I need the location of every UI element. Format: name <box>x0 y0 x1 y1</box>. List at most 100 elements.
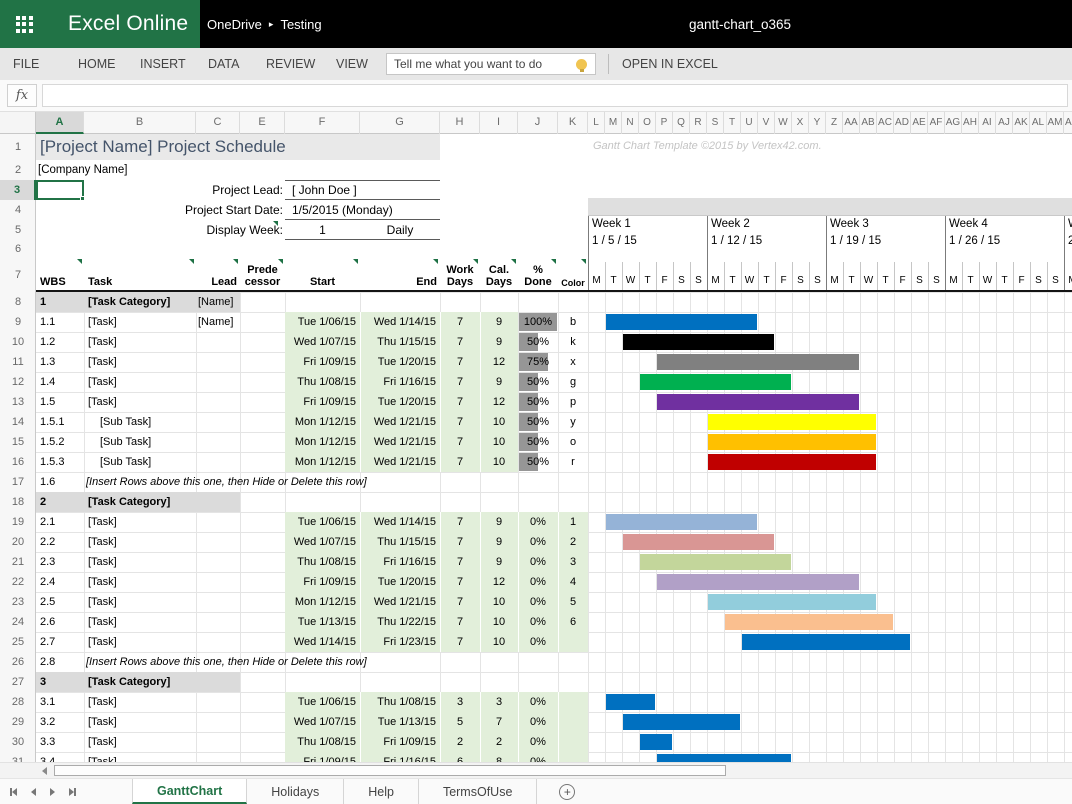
row-header-30[interactable]: 30 <box>0 732 36 752</box>
row-header-27[interactable]: 27 <box>0 672 36 692</box>
row-header-5[interactable]: 5 <box>0 220 36 240</box>
cell-done-9[interactable]: 100% <box>518 312 558 332</box>
cell-caldays-9[interactable]: 9 <box>480 312 518 332</box>
cell-end-20[interactable]: Thu 1/15/15 <box>360 532 436 552</box>
row-header-13[interactable]: 13 <box>0 392 36 412</box>
cell-end-9[interactable]: Wed 1/14/15 <box>360 312 436 332</box>
row-header-3[interactable]: 3 <box>0 180 36 200</box>
cell-wbs-23[interactable]: 2.5 <box>40 592 84 612</box>
cell-color-10[interactable]: k <box>558 332 588 352</box>
cell-task-12[interactable]: [Task] <box>88 372 194 392</box>
cell-end-14[interactable]: Wed 1/21/15 <box>360 412 436 432</box>
cell-task-24[interactable]: [Task] <box>88 612 194 632</box>
breadcrumb-testing[interactable]: Testing <box>280 17 321 32</box>
column-header-T[interactable]: T <box>724 112 741 134</box>
cell-done-23[interactable]: 0% <box>518 592 558 612</box>
document-title[interactable]: gantt-chart_o365 <box>689 0 791 48</box>
cell-task-21[interactable]: [Task] <box>88 552 194 572</box>
row-header-31[interactable]: 31 <box>0 752 36 762</box>
cell-wbs-27[interactable]: 3 <box>40 672 84 692</box>
cell-workdays-10[interactable]: 7 <box>440 332 480 352</box>
day-letter-cell[interactable]: W <box>860 272 877 290</box>
column-header-AE[interactable]: AE <box>911 112 928 134</box>
column-header-AK[interactable]: AK <box>1013 112 1030 134</box>
cell-wbs-30[interactable]: 3.3 <box>40 732 84 752</box>
sheet-tab-ganttchart[interactable]: GanttChart <box>132 779 247 804</box>
cell-wbs-17[interactable]: 1.6 <box>40 472 84 492</box>
column-header-L[interactable]: L <box>588 112 605 134</box>
column-header-AA[interactable]: AA <box>843 112 860 134</box>
table-header-end[interactable]: End <box>362 258 437 290</box>
cell-lead-9[interactable]: [Name] <box>198 312 242 332</box>
column-header-AG[interactable]: AG <box>945 112 962 134</box>
company-name-cell[interactable]: [Company Name] <box>38 160 238 180</box>
cell-done-28[interactable]: 0% <box>518 692 558 712</box>
cell-workdays-22[interactable]: 7 <box>440 572 480 592</box>
cell-end-16[interactable]: Wed 1/21/15 <box>360 452 436 472</box>
cell-task-29[interactable]: [Task] <box>88 712 194 732</box>
day-letter-cell[interactable]: M <box>707 272 724 290</box>
cell-start-9[interactable]: Tue 1/06/15 <box>285 312 356 332</box>
cell-done-12[interactable]: 50% <box>518 372 558 392</box>
row-header-1[interactable]: 1 <box>0 134 36 160</box>
cell-caldays-21[interactable]: 9 <box>480 552 518 572</box>
cell-done-19[interactable]: 0% <box>518 512 558 532</box>
row-header-12[interactable]: 12 <box>0 372 36 392</box>
day-letter-cell[interactable]: F <box>656 272 673 290</box>
fill-handle[interactable] <box>80 196 85 201</box>
row-header-10[interactable]: 10 <box>0 332 36 352</box>
table-header-start[interactable]: Start <box>287 258 358 290</box>
cell-done-22[interactable]: 0% <box>518 572 558 592</box>
cell-workdays-12[interactable]: 7 <box>440 372 480 392</box>
column-header-J[interactable]: J <box>518 112 558 134</box>
cell-wbs-21[interactable]: 2.3 <box>40 552 84 572</box>
day-letter-cell[interactable]: T <box>758 272 775 290</box>
app-launcher-button[interactable] <box>0 0 48 48</box>
sheet-tab-holidays[interactable]: Holidays <box>247 779 344 804</box>
day-letter-cell[interactable]: T <box>843 272 860 290</box>
column-header-K[interactable]: K <box>558 112 588 134</box>
select-all-corner[interactable] <box>0 112 36 134</box>
cell-color-9[interactable]: b <box>558 312 588 332</box>
cell-caldays-28[interactable]: 3 <box>480 692 518 712</box>
column-header-AJ[interactable]: AJ <box>996 112 1013 134</box>
cell-end-22[interactable]: Tue 1/20/15 <box>360 572 436 592</box>
cell-lead-8[interactable]: [Name] <box>198 292 242 312</box>
table-header-lead[interactable]: Lead <box>198 258 237 290</box>
display-mode-cell[interactable]: Daily <box>360 220 440 240</box>
cell-task-13[interactable]: [Task] <box>88 392 194 412</box>
cell-start-20[interactable]: Wed 1/07/15 <box>285 532 356 552</box>
cell-wbs-20[interactable]: 2.2 <box>40 532 84 552</box>
cell-caldays-30[interactable]: 2 <box>480 732 518 752</box>
cell-task-15[interactable]: [Sub Task] <box>100 432 206 452</box>
day-letter-cell[interactable]: S <box>792 272 809 290</box>
column-header-R[interactable]: R <box>690 112 707 134</box>
menu-review[interactable]: REVIEW <box>266 48 315 80</box>
cell-wbs-14[interactable]: 1.5.1 <box>40 412 84 432</box>
cell-caldays-31[interactable]: 8 <box>480 752 518 762</box>
menu-file[interactable]: FILE <box>13 48 39 80</box>
column-header-P[interactable]: P <box>656 112 673 134</box>
cell-end-28[interactable]: Thu 1/08/15 <box>360 692 436 712</box>
cell-caldays-20[interactable]: 9 <box>480 532 518 552</box>
cell-end-24[interactable]: Thu 1/22/15 <box>360 612 436 632</box>
cell-end-12[interactable]: Fri 1/16/15 <box>360 372 436 392</box>
day-letter-cell[interactable]: M <box>826 272 843 290</box>
week-date-3[interactable]: 1 / 19 / 15 <box>830 235 940 251</box>
day-letter-cell[interactable]: W <box>622 272 639 290</box>
row-header-20[interactable]: 20 <box>0 532 36 552</box>
display-week-value-cell[interactable]: 1 <box>285 220 360 240</box>
cell-note-26[interactable]: [Insert Rows above this one, then Hide o… <box>86 652 486 672</box>
week-label-3[interactable]: Week 3 <box>830 218 940 234</box>
cell-caldays-19[interactable]: 9 <box>480 512 518 532</box>
day-letter-cell[interactable]: S <box>690 272 707 290</box>
column-header-A[interactable]: A <box>36 112 84 134</box>
column-header-W[interactable]: W <box>775 112 792 134</box>
cell-note-17[interactable]: [Insert Rows above this one, then Hide o… <box>86 472 486 492</box>
column-header-E[interactable]: E <box>240 112 285 134</box>
cell-workdays-9[interactable]: 7 <box>440 312 480 332</box>
cell-task-18[interactable]: [Task Category] <box>88 492 196 512</box>
cell-wbs-29[interactable]: 3.2 <box>40 712 84 732</box>
cell-done-25[interactable]: 0% <box>518 632 558 652</box>
cell-done-21[interactable]: 0% <box>518 552 558 572</box>
